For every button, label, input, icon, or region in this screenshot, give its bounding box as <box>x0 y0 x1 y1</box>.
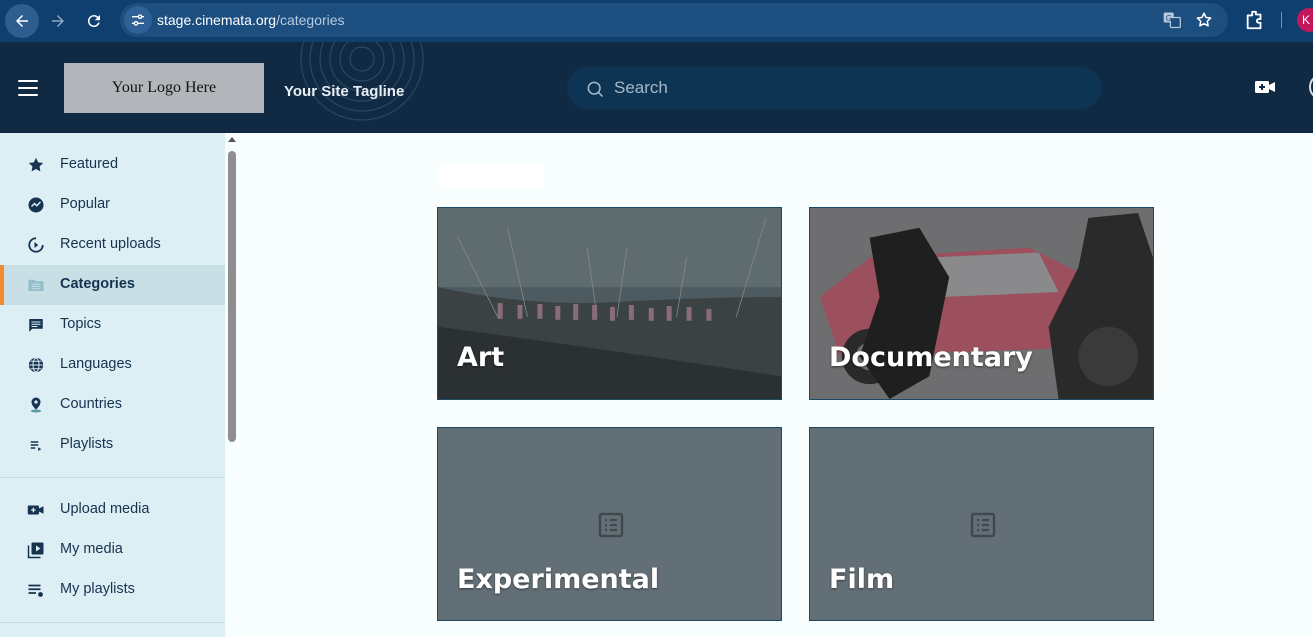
folder-icon <box>27 276 45 294</box>
reload-button[interactable] <box>77 4 111 38</box>
sidebar-item-popular[interactable]: Popular <box>0 185 225 225</box>
sidebar-item-my-media[interactable]: My media <box>0 530 225 570</box>
page-title <box>437 165 543 187</box>
sidebar: Featured Popular Recent uploads Categori… <box>0 133 225 637</box>
scrollbar-thumb[interactable] <box>228 151 236 442</box>
arrow-right-icon <box>52 15 64 27</box>
sidebar-item-recent-uploads[interactable]: Recent uploads <box>0 225 225 265</box>
sidebar-item-featured[interactable]: Featured <box>0 145 225 185</box>
site-logo[interactable]: Your Logo Here <box>64 63 264 113</box>
url-path: /categories <box>276 12 345 28</box>
sidebar-item-label: Categories <box>60 276 135 292</box>
sidebar-item-label: My playlists <box>60 581 135 597</box>
profile-avatar[interactable]: K <box>1297 8 1313 32</box>
sidebar-item-label: Popular <box>60 196 110 212</box>
sidebar-item-label: Languages <box>60 356 132 372</box>
sidebar-divider <box>0 622 225 623</box>
recent-icon <box>27 236 45 254</box>
upload-video-icon[interactable] <box>1254 78 1276 96</box>
sidebar-item-topics[interactable]: Topics <box>0 305 225 345</box>
category-title: Documentary <box>829 342 1033 373</box>
extensions-icon[interactable] <box>1244 9 1266 31</box>
sidebar-item-categories[interactable]: Categories <box>0 265 225 305</box>
category-card-film[interactable]: Film <box>809 427 1154 621</box>
chat-icon <box>27 316 45 334</box>
video-add-icon <box>27 501 45 519</box>
sidebar-divider <box>0 477 225 478</box>
sidebar-item-languages[interactable]: Languages <box>0 345 225 385</box>
sidebar-item-playlists[interactable]: Playlists <box>0 425 225 465</box>
search-input[interactable] <box>614 67 1084 109</box>
scroll-up-arrow-icon[interactable] <box>228 137 236 142</box>
sidebar-item-my-playlists[interactable]: My playlists <box>0 570 225 610</box>
playlist-icon <box>27 436 45 454</box>
translate-icon[interactable]: G <box>1162 10 1182 30</box>
globe-icon <box>27 356 45 374</box>
sidebar-item-label: Upload media <box>60 501 150 517</box>
trending-icon <box>27 196 45 214</box>
my-media-icon <box>27 541 45 559</box>
sidebar-scrollbar[interactable] <box>225 133 241 637</box>
search-bar[interactable] <box>567 67 1102 109</box>
sidebar-item-countries[interactable]: Countries <box>0 385 225 425</box>
toolbar-divider <box>1281 12 1282 28</box>
url-domain: stage.cinemata.org <box>157 12 277 28</box>
sidebar-item-label: Topics <box>60 316 102 332</box>
category-title: Art <box>457 342 505 373</box>
sidebar-item-upload-media[interactable]: Upload media <box>0 490 225 530</box>
list-placeholder-icon <box>970 512 996 538</box>
category-title: Experimental <box>457 564 660 595</box>
playlist-add-icon <box>27 581 45 599</box>
site-header: Your Logo Here Your Site Tagline <box>0 42 1313 133</box>
category-card-documentary[interactable]: Documentary <box>809 207 1154 400</box>
sidebar-item-label: Recent uploads <box>60 236 161 252</box>
category-title: Film <box>829 564 895 595</box>
reload-icon <box>87 15 100 28</box>
menu-icon[interactable] <box>18 80 38 96</box>
user-avatar[interactable] <box>1309 74 1313 100</box>
location-pin-icon <box>27 396 45 414</box>
decorative-rings-icon <box>300 42 424 121</box>
site-info-icon[interactable] <box>124 6 152 34</box>
star-icon <box>27 156 45 174</box>
sidebar-item-label: My media <box>60 541 123 557</box>
address-bar[interactable]: stage.cinemata.org/categories G <box>120 3 1228 37</box>
search-icon <box>587 81 604 98</box>
sidebar-item-label: Playlists <box>60 436 114 452</box>
arrow-left-icon <box>16 15 28 27</box>
logo-text: Your Logo Here <box>111 79 217 96</box>
url-text[interactable]: stage.cinemata.org/categories <box>157 12 345 28</box>
bookmark-star-icon[interactable] <box>1194 10 1214 30</box>
profile-initial: K <box>1301 13 1310 27</box>
sidebar-item-label: Countries <box>60 396 123 412</box>
category-card-art[interactable]: Art <box>437 207 782 400</box>
site-tagline: Your Site Tagline <box>284 83 405 100</box>
category-card-experimental[interactable]: Experimental <box>437 427 782 621</box>
list-placeholder-icon <box>598 512 624 538</box>
sidebar-item-label: Featured <box>60 156 119 172</box>
browser-toolbar: stage.cinemata.org/categories G K <box>0 0 1313 42</box>
svg-text:G: G <box>1166 14 1172 23</box>
forward-button[interactable] <box>41 4 75 38</box>
back-button[interactable] <box>5 4 39 38</box>
